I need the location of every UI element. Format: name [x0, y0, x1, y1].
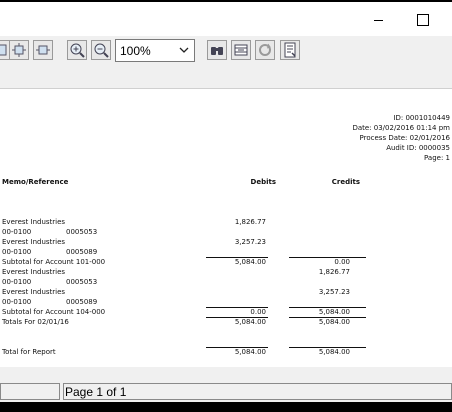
row-2-memo: 00-0100: [2, 228, 32, 236]
zoom-out-icon: [94, 43, 109, 58]
row-1-memo: Everest Industries: [2, 218, 66, 226]
column-header-debits: Debits: [250, 178, 276, 186]
zoom-out-button[interactable]: [91, 40, 111, 60]
actual-size-icon: [36, 45, 50, 55]
report-id: ID: 0001010449: [393, 114, 450, 122]
report-process-date: Process Date: 02/01/2016: [359, 134, 450, 142]
page-setup-button[interactable]: [231, 40, 251, 60]
column-header-memo: Memo/Reference: [2, 178, 69, 186]
totals-debit: 5,084.00: [234, 318, 266, 326]
row-3-debit: 3,257.23: [234, 238, 266, 246]
column-header-credits: Credits: [331, 178, 360, 186]
status-cell-page: Page 1 of 1: [63, 383, 452, 400]
page-indicator: Page 1 of 1: [65, 385, 127, 399]
row-6-memo: Everest Industries: [2, 268, 66, 276]
report-page: ID: 0001010449 Date: 03/02/2016 01:14 pm…: [0, 89, 452, 367]
row-7-ref: 0005053: [66, 278, 98, 286]
row-3-memo: Everest Industries: [2, 238, 66, 246]
actual-size-button[interactable]: [33, 40, 53, 60]
subtotal-101-label: Subtotal for Account 101-000: [2, 258, 106, 266]
report-date: Date: 03/02/2016 01:14 pm: [352, 124, 450, 132]
find-button[interactable]: [207, 40, 227, 60]
row-1-debit: 1,826.77: [234, 218, 266, 226]
row-9-ref: 0005089: [66, 298, 98, 306]
zoom-in-button[interactable]: [67, 40, 87, 60]
row-7-memo: 00-0100: [2, 278, 32, 286]
report-total-credit: 5,084.00: [318, 348, 350, 356]
minimize-button[interactable]: [371, 11, 387, 27]
title-bar: [0, 2, 452, 36]
export-button[interactable]: [280, 40, 300, 60]
row-8-credit: 3,257.23: [318, 288, 350, 296]
zoom-value: 100%: [120, 44, 151, 58]
totals-credit: 5,084.00: [318, 318, 350, 326]
report-total-debit: 5,084.00: [234, 348, 266, 356]
subtotal-101-credit: 0.00: [334, 258, 350, 266]
row-8-memo: Everest Industries: [2, 288, 66, 296]
binoculars-icon: [211, 47, 223, 55]
totals-label: Totals For 02/01/16: [2, 318, 69, 326]
report-total-label: Total for Report: [2, 348, 56, 356]
status-cell-left: [0, 383, 60, 400]
row-4-ref: 0005089: [66, 248, 98, 256]
report-audit-id: Audit ID: 0000035: [386, 144, 450, 152]
window-bottom-edge: [0, 402, 452, 412]
toolbar: 100%: [0, 36, 452, 88]
maximize-button[interactable]: [414, 11, 430, 27]
report-page-number: Page: 1: [424, 154, 450, 162]
refresh-icon: [259, 43, 271, 56]
subtotal-104-credit: 5,084.00: [318, 308, 350, 316]
export-icon: [284, 42, 296, 58]
row-9-memo: 00-0100: [2, 298, 32, 306]
status-bar: Page 1 of 1: [0, 381, 452, 402]
subtotal-104-label: Subtotal for Account 104-000: [2, 308, 106, 316]
zoom-dropdown[interactable]: 100%: [115, 39, 195, 62]
zoom-in-icon: [70, 43, 85, 58]
row-2-ref: 0005053: [66, 228, 98, 236]
fit-width-button[interactable]: [9, 40, 29, 60]
page-setup-icon: [234, 44, 248, 56]
chevron-down-icon: [179, 47, 189, 53]
subtotal-101-debit: 5,084.00: [234, 258, 266, 266]
refresh-button[interactable]: [255, 40, 275, 60]
document-bottom-margin: [0, 367, 452, 381]
row-4-memo: 00-0100: [2, 248, 32, 256]
subtotal-104-debit: 0.00: [250, 308, 266, 316]
fit-width-icon: [12, 43, 26, 57]
row-6-credit: 1,826.77: [318, 268, 350, 276]
